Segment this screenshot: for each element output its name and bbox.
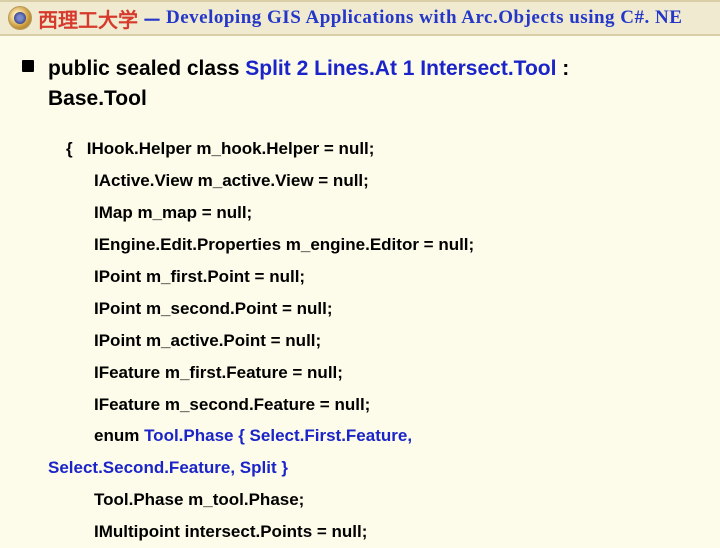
code-line: enum Tool.Phase { Select.First.Feature, xyxy=(94,420,698,452)
header-separator: － xyxy=(138,4,166,33)
slide-header: 西理工大学 － Developing GIS Applications with… xyxy=(0,0,720,36)
university-logo xyxy=(8,6,32,30)
code-line: Tool.Phase m_tool.Phase; xyxy=(94,484,698,516)
code-line: IMultipoint intersect.Points = null; xyxy=(94,516,698,548)
class-body: { IHook.Helper m_hook.Helper = null; IAc… xyxy=(66,133,698,548)
colon: : xyxy=(556,57,569,80)
open-brace: { xyxy=(66,139,87,158)
code-line: IPoint m_first.Point = null; xyxy=(94,261,698,293)
code-text: IHook.Helper m_hook.Helper = null; xyxy=(87,139,375,158)
base-class-name: Base.Tool xyxy=(48,87,147,110)
code-line: IFeature m_first.Feature = null; xyxy=(94,357,698,389)
code-line: IPoint m_second.Point = null; xyxy=(94,293,698,325)
code-line: IFeature m_second.Feature = null; xyxy=(94,389,698,421)
class-keywords: public sealed class xyxy=(48,57,245,80)
enum-values: Select.Second.Feature, Split } xyxy=(48,458,288,477)
class-name: Split 2 Lines.At 1 Intersect.Tool xyxy=(245,57,556,80)
code-line: IPoint m_active.Point = null; xyxy=(94,325,698,357)
university-name-cn: 西理工大学 xyxy=(38,4,138,33)
code-line: { IHook.Helper m_hook.Helper = null; xyxy=(66,133,698,165)
code-line: IActive.View m_active.View = null; xyxy=(94,165,698,197)
bullet-icon xyxy=(22,60,34,72)
class-declaration: public sealed class Split 2 Lines.At 1 I… xyxy=(48,54,698,115)
code-line: IMap m_map = null; xyxy=(94,197,698,229)
slide-content: public sealed class Split 2 Lines.At 1 I… xyxy=(0,36,720,548)
enum-keyword: enum xyxy=(94,426,144,445)
course-title: Developing GIS Applications with Arc.Obj… xyxy=(166,7,682,29)
code-line: Select.Second.Feature, Split } xyxy=(48,452,698,484)
code-line: IEngine.Edit.Properties m_engine.Editor … xyxy=(94,229,698,261)
enum-values: Tool.Phase { Select.First.Feature, xyxy=(144,426,412,445)
